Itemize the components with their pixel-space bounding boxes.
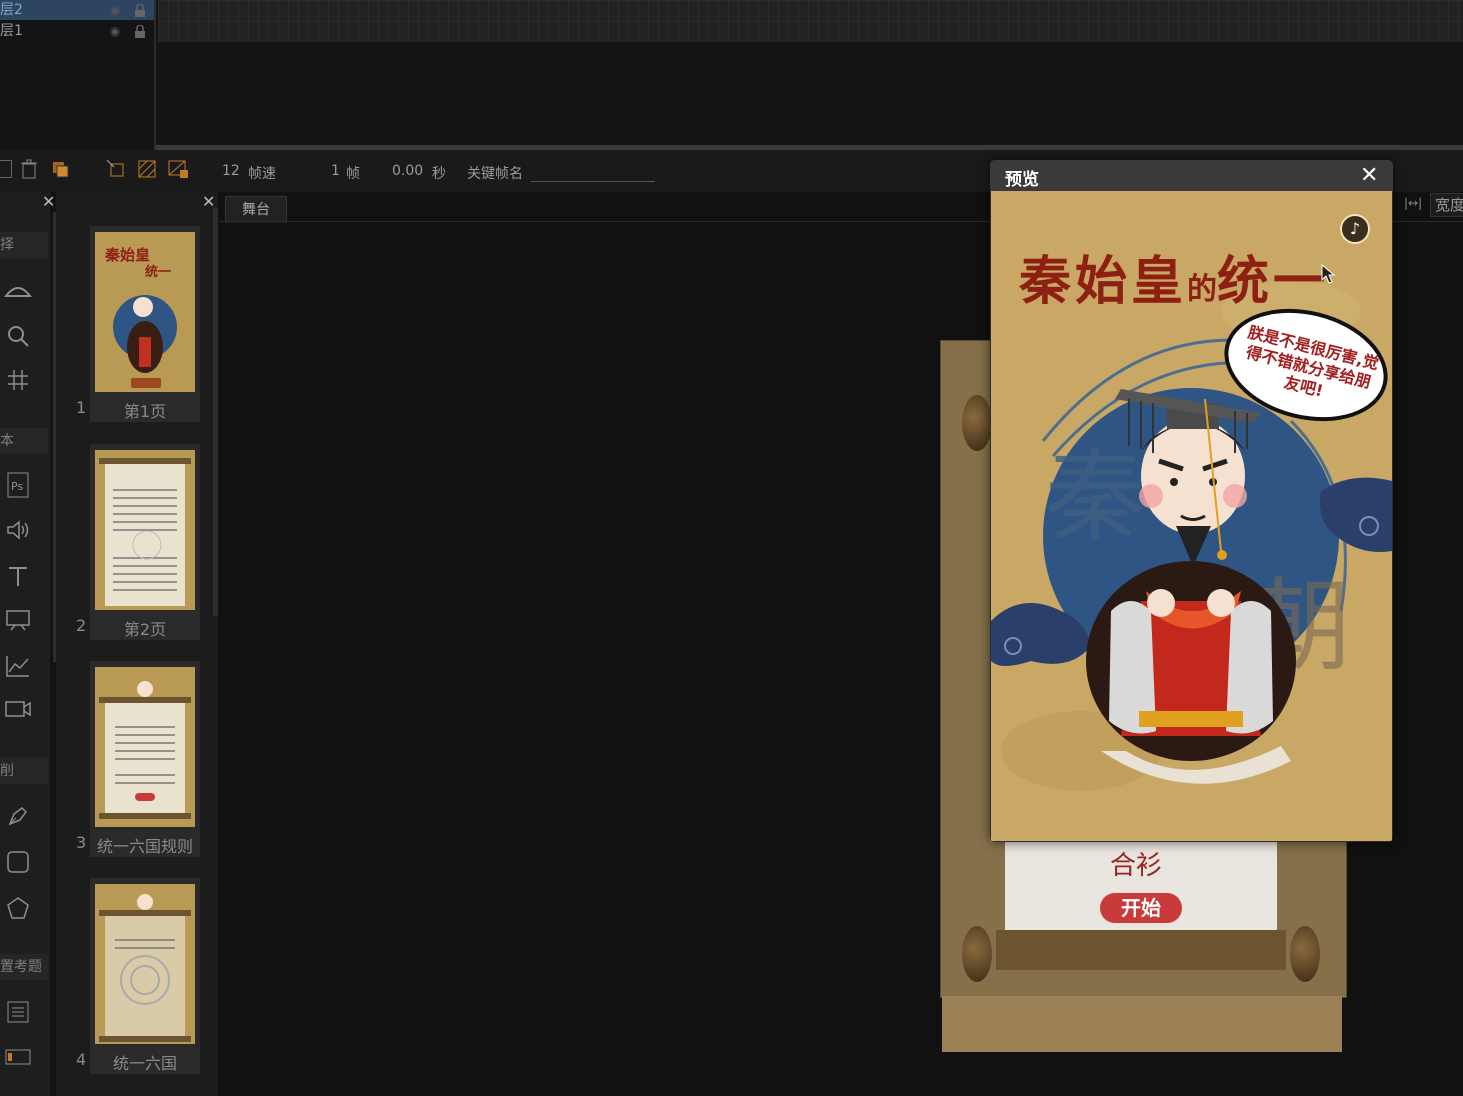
scroll-knob <box>1290 926 1320 982</box>
scroll-knob <box>962 926 992 982</box>
stage-background-strip <box>942 996 1342 1052</box>
bg-watermark-text: 秦 <box>1045 438 1145 555</box>
page-number: 3 <box>76 833 87 852</box>
close-icon[interactable]: ✕ <box>42 192 55 211</box>
zoom-icon[interactable] <box>4 324 32 352</box>
preview-canvas[interactable]: 秦 朝 秦始皇的统一 ♪ 朕是不是很厉害,觉得不错就分享给朋友吧! <box>991 191 1392 841</box>
new-layer-icon[interactable] <box>0 160 12 178</box>
game-title: 秦始皇的统一 <box>1019 252 1330 312</box>
toolbox-section-resource: 本 <box>0 428 48 454</box>
sound-icon[interactable] <box>4 518 32 546</box>
preview-title: 预览 <box>1005 170 1039 190</box>
svg-text:统一: 统一 <box>145 264 171 280</box>
page-label: 第2页 <box>123 620 167 639</box>
layer-name: 层1 <box>0 23 23 39</box>
toolbox-section-quiz: 置考题 <box>0 954 48 980</box>
start-button[interactable]: 开始 <box>1100 893 1182 923</box>
timeline-panel: 层2 ◉ 层1 ◉ <box>0 0 1463 150</box>
svg-text:秦始皇: 秦始皇 <box>104 246 150 264</box>
page-thumb-1[interactable]: 秦始皇 统一 第1页 <box>90 226 200 422</box>
video-icon[interactable] <box>4 698 32 726</box>
copy-layer-icon[interactable] <box>52 161 70 183</box>
trash-icon[interactable] <box>20 159 38 183</box>
grid-icon[interactable] <box>4 368 32 396</box>
toolbox-panel: ✕ 择 本 Ps 削 置考题 <box>0 192 55 1096</box>
keyframe-name-label: 关键帧名 <box>467 166 523 182</box>
keyframe-icon[interactable] <box>168 158 190 184</box>
scroll-rod <box>996 930 1286 970</box>
fill-blank-icon[interactable] <box>4 1044 32 1072</box>
width-arrows-icon[interactable]: |↔| <box>1404 196 1426 212</box>
page-number: 4 <box>76 1050 87 1069</box>
text-tool-icon[interactable] <box>4 564 32 592</box>
timeline-frames[interactable] <box>158 0 1463 42</box>
time-value[interactable]: 0.00 <box>392 163 423 179</box>
layer-row-2[interactable]: 层2 ◉ <box>0 0 156 20</box>
music-icon[interactable]: ♪ <box>1340 214 1370 244</box>
clear-frame-icon[interactable] <box>137 159 157 183</box>
insert-frame-icon[interactable] <box>105 158 127 184</box>
close-icon[interactable]: ✕ <box>1360 163 1378 188</box>
timeline-divider[interactable] <box>154 0 156 150</box>
chart-icon[interactable] <box>4 654 32 682</box>
fps-label: 帧速 <box>248 166 276 182</box>
preview-dialog: 预览 ✕ 秦 朝 秦始皇的统一 ♪ 朕是不是很厉害,觉得不错就分享给朋友吧! <box>990 160 1393 842</box>
pen-icon[interactable] <box>4 804 32 832</box>
page-label: 第1页 <box>123 402 167 421</box>
frame-value[interactable]: 1 <box>331 163 340 179</box>
svg-text:Ps: Ps <box>11 480 23 493</box>
speech-bubble-text: 朕是不是很厉害,觉得不错就分享给朋友吧! <box>1244 322 1381 401</box>
eye-icon[interactable]: ◉ <box>106 0 124 20</box>
toolbox-section-select: 择 <box>0 232 48 258</box>
page-number: 1 <box>76 398 87 417</box>
pages-scrollbar[interactable] <box>213 208 218 616</box>
handwriting-text: 合衫 <box>1110 851 1163 881</box>
photoshop-import-icon[interactable]: Ps <box>4 472 32 500</box>
presentation-icon[interactable] <box>4 608 32 636</box>
page-thumb-2[interactable]: 第2页 <box>90 444 200 640</box>
page-thumb-4[interactable]: 统一六国 <box>90 878 200 1074</box>
width-label[interactable]: 宽度 <box>1430 193 1463 217</box>
rectangle-tool-icon[interactable] <box>4 850 32 878</box>
tab-stage[interactable]: 舞台 <box>225 196 287 223</box>
page-number: 2 <box>76 616 87 635</box>
eye-icon[interactable]: ◉ <box>106 21 124 41</box>
layer-row-1[interactable]: 层1 ◉ <box>0 21 156 41</box>
frame-label: 帧 <box>346 166 360 182</box>
page-label: 统一六国 <box>112 1054 177 1073</box>
page-label: 统一六国规则 <box>96 837 193 856</box>
toolbox-section-draw: 削 <box>0 758 48 784</box>
preview-titlebar[interactable]: 预览 ✕ <box>990 160 1393 191</box>
lock-icon[interactable] <box>134 24 146 38</box>
hand-tool-icon[interactable] <box>3 280 33 308</box>
lock-icon[interactable] <box>134 3 146 17</box>
time-label: 秒 <box>432 166 446 182</box>
layer-name: 层2 <box>0 2 23 18</box>
polygon-tool-icon[interactable] <box>4 896 32 924</box>
mouse-cursor-icon <box>1321 263 1336 288</box>
fps-value[interactable]: 12 <box>222 163 240 179</box>
list-question-icon[interactable] <box>4 1000 32 1028</box>
keyframe-name-input[interactable] <box>531 181 655 182</box>
scroll-knob <box>962 395 992 451</box>
page-thumb-3[interactable]: 统一六国规则 <box>90 661 200 857</box>
